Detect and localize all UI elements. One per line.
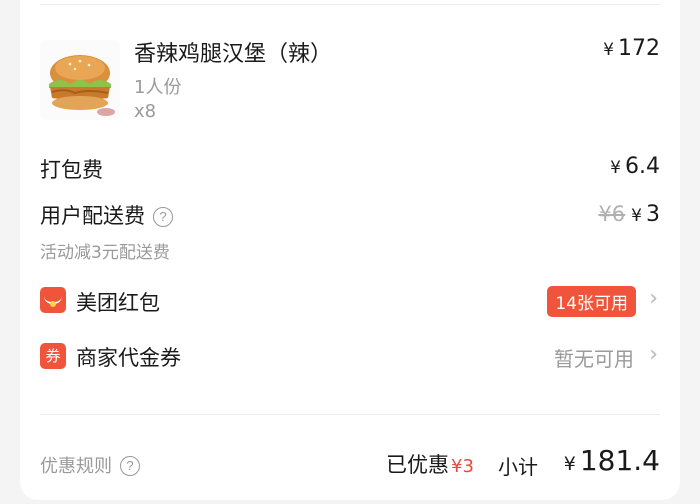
item-spec: 1人份 [134,77,182,98]
currency-symbol: ¥ [603,40,614,60]
burger-icon [40,40,120,120]
subtotal-label: 小计 [498,455,538,479]
voucher-icon: 券 [40,343,66,369]
delivery-fee-amount: 3 [646,202,660,227]
currency-symbol: ¥ [563,453,576,475]
help-icon[interactable]: ? [120,456,140,476]
packing-fee-value: ¥6.4 [610,154,660,179]
delivery-discount-note: 活动减3元配送费 [40,243,170,263]
delivery-fee-value: ¥6 ¥3 [598,202,660,227]
delivery-fee-row: 用户配送费? [40,200,173,230]
subtotal-value: ¥181.4 [564,444,660,477]
item-price-value: 172 [618,36,660,61]
red-packet-label[interactable]: 美团红包 [76,287,160,317]
top-divider [40,4,660,5]
bottom-divider [40,414,660,415]
item-price: ¥172 [603,36,660,61]
chevron-right-icon[interactable]: › [649,286,658,311]
item-name: 香辣鸡腿汉堡（辣） [134,42,333,67]
item-quantity: x8 [134,101,157,122]
discount-total: 已优惠 ¥3 [386,449,474,479]
red-packet-icon [40,287,66,313]
delivery-fee-label: 用户配送费 [40,204,145,228]
red-packet-badge[interactable]: 14张可用 [547,286,636,317]
packing-fee-label: 打包费 [40,158,103,182]
subtotal-amount: 181.4 [579,444,660,477]
voucher-status[interactable]: 暂无可用 [554,343,634,372]
currency-symbol: ¥ [631,206,642,226]
discount-amount: ¥3 [451,456,474,477]
discount-label: 已优惠 [386,453,449,477]
chevron-right-icon[interactable]: › [649,342,658,367]
packing-fee-amount: 6.4 [625,154,660,179]
original-delivery-fee: ¥6 [598,202,626,226]
discount-rules-label[interactable]: 优惠规则 [40,456,112,477]
currency-symbol: ¥ [610,158,621,178]
voucher-label[interactable]: 商家代金券 [76,342,181,372]
help-icon[interactable]: ? [153,207,173,227]
discount-rules[interactable]: 优惠规则? [40,452,140,478]
